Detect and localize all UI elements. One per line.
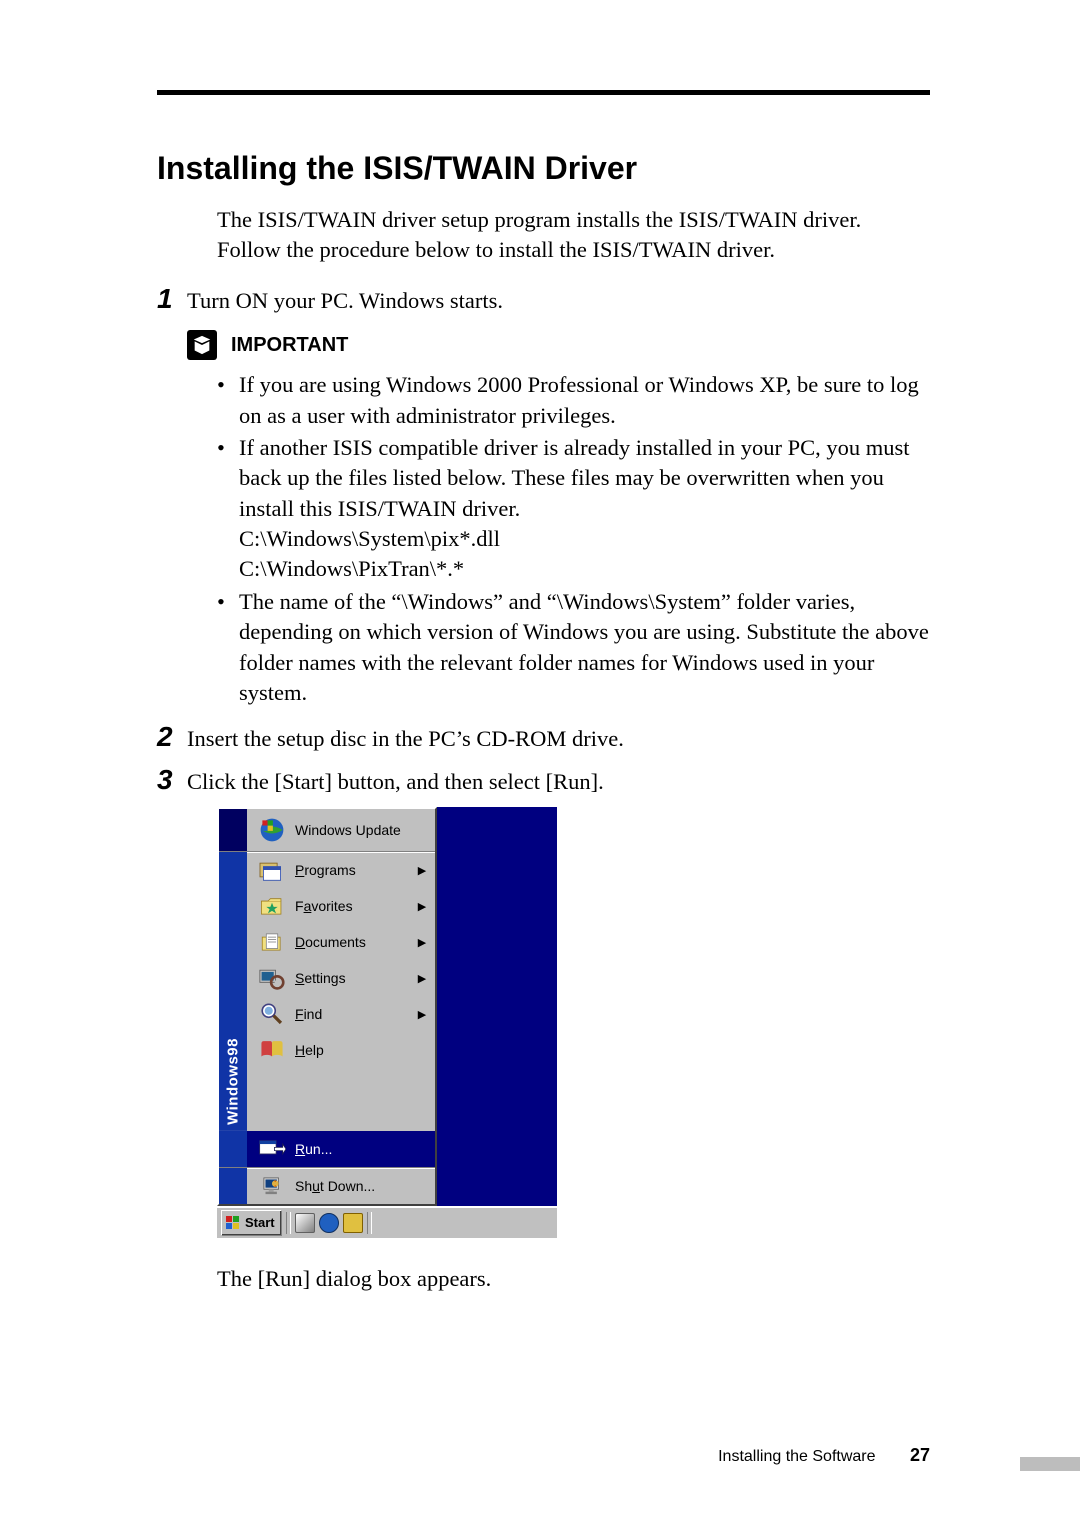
- find-icon: [255, 1000, 289, 1028]
- sidebar-spacer-5: [219, 996, 247, 1032]
- step-1-text: Turn ON your PC. Windows starts.: [187, 284, 503, 316]
- important-heading: IMPORTANT: [187, 330, 930, 360]
- windows-update-icon: [255, 816, 289, 844]
- important-item-2-line3: C:\Windows\PixTran\*.*: [239, 554, 930, 584]
- sidebar-spacer-7: [219, 1131, 247, 1167]
- sidebar-spacer-8: [219, 1168, 247, 1204]
- step-2: 2 Insert the setup disc in the PC’s CD-R…: [157, 722, 930, 754]
- menu-label-favorites: Favorites: [295, 898, 415, 914]
- footer: Installing the Software 27: [0, 1445, 1080, 1466]
- menu-label-windows-update: Windows Update: [295, 822, 435, 838]
- documents-icon: [255, 928, 289, 956]
- footer-text: Installing the Software: [718, 1448, 875, 1465]
- horizontal-rule: [157, 90, 930, 95]
- start-button[interactable]: Start: [221, 1210, 282, 1236]
- after-screenshot-text: The [Run] dialog box appears.: [217, 1266, 930, 1292]
- menu-item-shutdown[interactable]: Shut Down...: [219, 1167, 435, 1204]
- important-item-2-line2: C:\Windows\System\pix*.dll: [239, 524, 930, 554]
- run-icon: [255, 1135, 289, 1163]
- start-menu: Windows Update Programs ▶: [217, 807, 437, 1206]
- important-item-1-text: If you are using Windows 2000 Profession…: [239, 370, 930, 431]
- menu-item-documents[interactable]: Documents ▶: [219, 924, 435, 960]
- step-3-text: Click the [Start] button, and then selec…: [187, 765, 604, 797]
- menu-label-shutdown: Shut Down...: [295, 1178, 435, 1194]
- taskbar-divider-2: [367, 1212, 372, 1234]
- step-1-number: 1: [157, 284, 187, 315]
- page-number: 27: [910, 1445, 930, 1465]
- submenu-arrow: ▶: [415, 864, 429, 877]
- menu-item-programs[interactable]: Programs ▶: [219, 851, 435, 888]
- start-button-label: Start: [245, 1215, 275, 1230]
- step-1: 1 Turn ON your PC. Windows starts.: [157, 284, 930, 316]
- intro-paragraph: The ISIS/TWAIN driver setup program inst…: [217, 205, 930, 266]
- menu-label-find: Find: [295, 1006, 415, 1022]
- submenu-arrow: ▶: [415, 1008, 429, 1021]
- menu-label-help: Help: [295, 1042, 435, 1058]
- step-3: 3 Click the [Start] button, and then sel…: [157, 765, 930, 797]
- desktop-icon[interactable]: [295, 1213, 315, 1233]
- step-2-text: Insert the setup disc in the PC’s CD-ROM…: [187, 722, 624, 754]
- outlook-icon[interactable]: [343, 1213, 363, 1233]
- important-list: If you are using Windows 2000 Profession…: [217, 370, 930, 708]
- submenu-arrow: ▶: [415, 972, 429, 985]
- important-icon: [187, 330, 217, 360]
- step-2-number: 2: [157, 722, 187, 753]
- favorites-icon: [255, 892, 289, 920]
- sidebar-spacer-1: [219, 852, 247, 888]
- submenu-arrow: ▶: [415, 936, 429, 949]
- sidebar-spacer-2: [219, 888, 247, 924]
- menu-item-favorites[interactable]: Favorites ▶: [219, 888, 435, 924]
- content-area: Installing the ISIS/TWAIN Driver The ISI…: [157, 150, 930, 1292]
- settings-icon: [255, 964, 289, 992]
- sidebar-spacer-4: [219, 960, 247, 996]
- page-edge-tab: [1020, 1457, 1080, 1471]
- page: Installing the ISIS/TWAIN Driver The ISI…: [0, 0, 1080, 1526]
- menu-item-help[interactable]: Windows98 Help: [219, 1032, 435, 1131]
- step-3-number: 3: [157, 765, 187, 796]
- start-menu-screenshot: Windows Update Programs ▶: [217, 807, 557, 1238]
- menu-item-find[interactable]: Find ▶: [219, 996, 435, 1032]
- page-title: Installing the ISIS/TWAIN Driver: [157, 150, 930, 187]
- sidebar-brand-text: Windows98: [225, 1038, 242, 1125]
- menu-item-windows-update[interactable]: Windows Update: [219, 809, 435, 851]
- ie-icon[interactable]: [319, 1213, 339, 1233]
- taskbar-divider: [286, 1212, 291, 1234]
- quick-launch: [295, 1213, 363, 1233]
- important-item-2-line1: If another ISIS compatible driver is alr…: [239, 433, 930, 524]
- menu-label-documents: Documents: [295, 934, 415, 950]
- submenu-placeholder: [437, 807, 557, 1206]
- important-item-3: The name of the “\Windows” and “\Windows…: [217, 587, 930, 709]
- windows-flag-icon: [225, 1215, 241, 1231]
- important-label: IMPORTANT: [231, 334, 348, 357]
- menu-item-settings[interactable]: Settings ▶: [219, 960, 435, 996]
- sidebar-spacer-3: [219, 924, 247, 960]
- important-item-2: If another ISIS compatible driver is alr…: [217, 433, 930, 585]
- sidebar-top: [219, 809, 247, 851]
- programs-icon: [255, 856, 289, 884]
- taskbar: Start: [217, 1206, 557, 1238]
- submenu-arrow: ▶: [415, 900, 429, 913]
- help-icon: [255, 1036, 289, 1064]
- menu-label-settings: Settings: [295, 970, 415, 986]
- important-item-1: If you are using Windows 2000 Profession…: [217, 370, 930, 431]
- sidebar-brand: Windows98: [219, 1032, 247, 1131]
- shutdown-icon: [255, 1172, 289, 1200]
- menu-label-run: Run...: [295, 1141, 435, 1157]
- menu-label-programs: Programs: [295, 862, 415, 878]
- menu-item-run[interactable]: Run...: [219, 1131, 435, 1167]
- important-item-2-body: If another ISIS compatible driver is alr…: [239, 433, 930, 585]
- important-item-3-text: The name of the “\Windows” and “\Windows…: [239, 587, 930, 709]
